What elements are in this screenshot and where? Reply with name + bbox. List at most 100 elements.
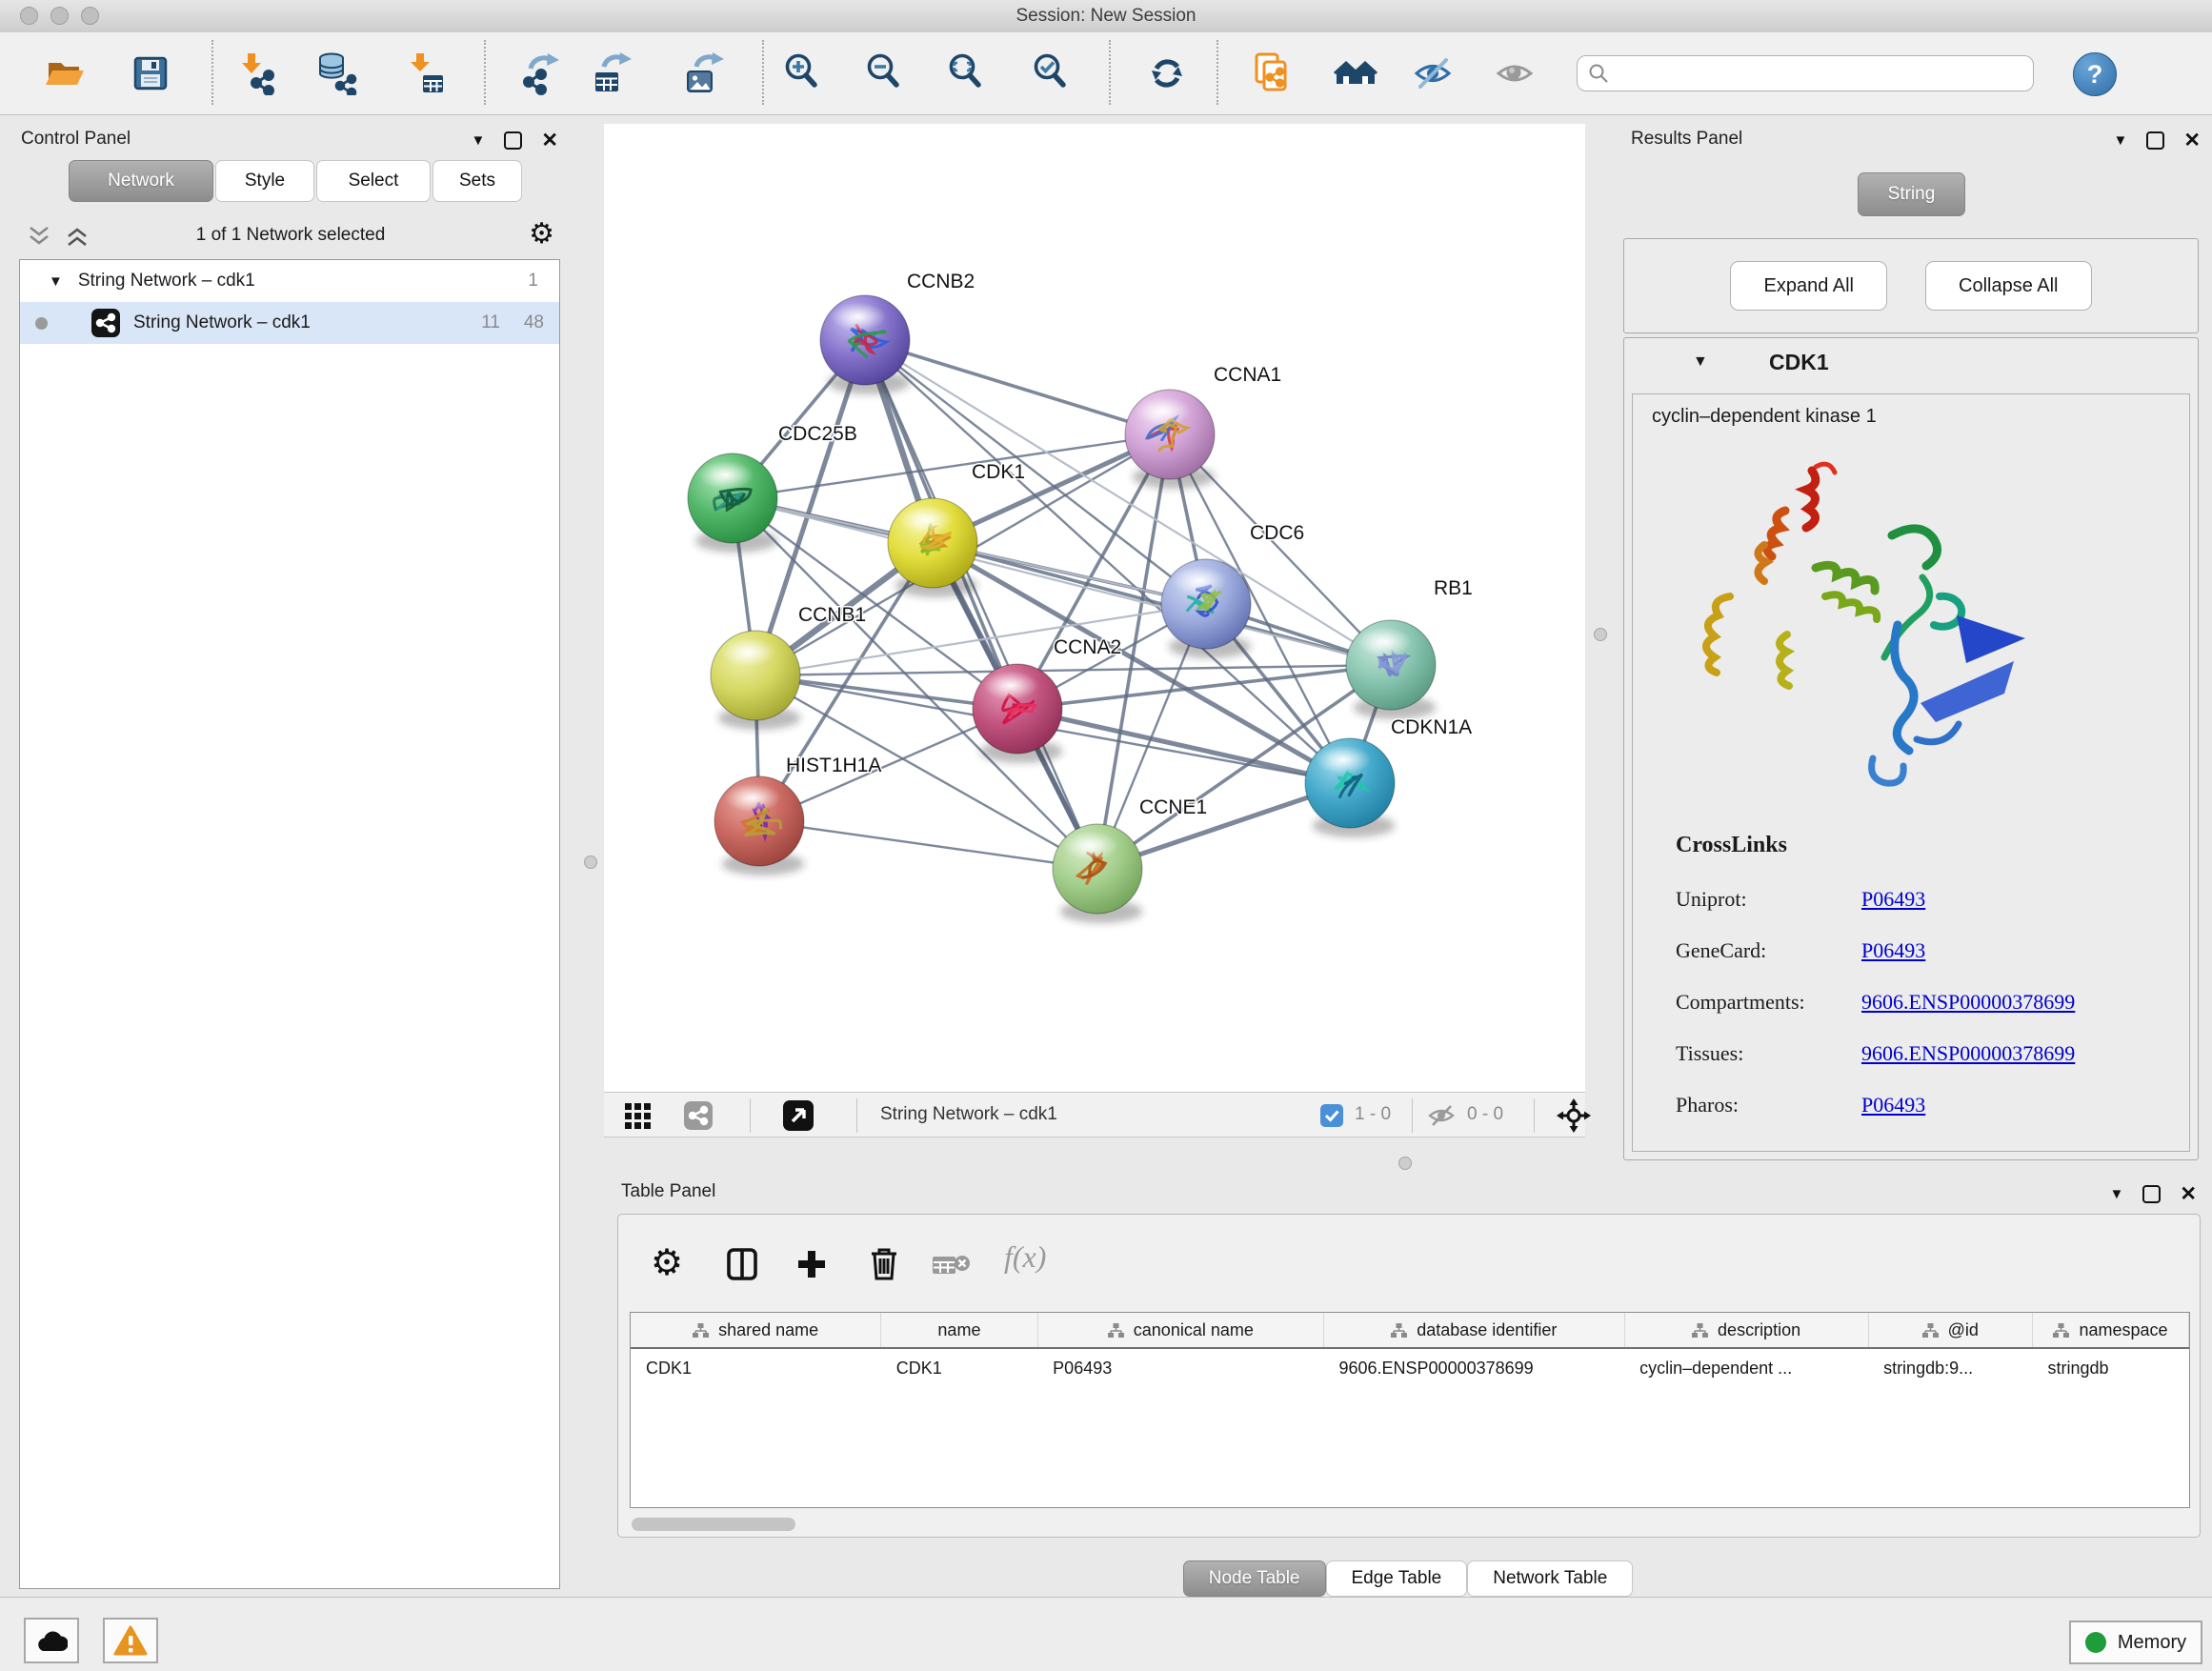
column-header-description[interactable]: description bbox=[1624, 1313, 1868, 1348]
table-row[interactable]: CDK1CDK1P064939606.ENSP00000378699cyclin… bbox=[631, 1348, 2189, 1387]
panel-float-icon[interactable] bbox=[2142, 1185, 2161, 1203]
panel-float-icon[interactable] bbox=[504, 131, 522, 150]
table-cell[interactable]: stringdb bbox=[2032, 1348, 2188, 1387]
network-edge[interactable] bbox=[865, 340, 1097, 869]
table-cell[interactable]: cyclin–dependent ... bbox=[1624, 1348, 1868, 1387]
refresh-view-button[interactable] bbox=[1145, 51, 1189, 95]
entry-expand-icon[interactable]: ▼ bbox=[1693, 353, 1708, 371]
network-node-ccnb2[interactable] bbox=[820, 295, 910, 394]
column-header-@id[interactable]: @id bbox=[1868, 1313, 2032, 1348]
collapse-all-button[interactable]: Collapse All bbox=[1925, 261, 2092, 311]
table-settings-button[interactable]: ⚙ bbox=[651, 1241, 683, 1284]
network-node-hist1h1a[interactable] bbox=[714, 776, 804, 876]
selected-checkbox[interactable] bbox=[1320, 1104, 1343, 1127]
zoom-in-button[interactable] bbox=[780, 51, 824, 95]
table-cell[interactable]: 9606.ENSP00000378699 bbox=[1323, 1348, 1624, 1387]
column-visibility-button[interactable] bbox=[725, 1247, 759, 1281]
memory-button[interactable]: Memory bbox=[2069, 1621, 2202, 1664]
overview-toggle-icon[interactable] bbox=[783, 1100, 814, 1131]
cloud-button[interactable] bbox=[24, 1618, 79, 1663]
apply-function-button[interactable]: f(x) bbox=[1004, 1239, 1046, 1275]
search-input[interactable] bbox=[1618, 58, 2033, 89]
tab-string[interactable]: String bbox=[1858, 172, 1965, 216]
table-cell[interactable]: CDK1 bbox=[881, 1348, 1037, 1387]
column-header-database-identifier[interactable]: database identifier bbox=[1323, 1313, 1624, 1348]
gear-icon[interactable]: ⚙ bbox=[529, 217, 554, 251]
crosslink-value-link[interactable]: 9606.ENSP00000378699 bbox=[1861, 990, 2075, 1015]
horizontal-splitter-handle[interactable] bbox=[1398, 1157, 1412, 1170]
network-canvas[interactable]: CCNB2CCNA1CDC25BCDK1CDC6RB1CCNB1CCNA2CDK… bbox=[604, 124, 1585, 1092]
table-horizontal-scrollbar[interactable] bbox=[632, 1518, 795, 1531]
first-neighbors-button[interactable] bbox=[1334, 51, 1377, 95]
tab-node-table[interactable]: Node Table bbox=[1183, 1560, 1326, 1597]
delete-table-button[interactable] bbox=[933, 1253, 971, 1278]
export-network-button[interactable] bbox=[519, 51, 563, 95]
tab-sets[interactable]: Sets bbox=[432, 160, 522, 202]
panel-collapse-icon[interactable]: ▼ bbox=[2114, 132, 2128, 149]
expand-all-button[interactable]: Expand All bbox=[1730, 261, 1887, 311]
tab-select[interactable]: Select bbox=[316, 160, 431, 202]
column-header-canonical-name[interactable]: canonical name bbox=[1037, 1313, 1323, 1348]
network-edge[interactable] bbox=[865, 340, 1170, 434]
search-field[interactable] bbox=[1577, 55, 2034, 91]
table-cell[interactable]: P06493 bbox=[1037, 1348, 1323, 1387]
crosslink-value-link[interactable]: P06493 bbox=[1861, 938, 2075, 963]
network-row-selected[interactable]: String Network – cdk1 11 48 bbox=[20, 302, 559, 344]
import-network-button[interactable] bbox=[233, 51, 277, 95]
panel-close-icon[interactable]: ✕ bbox=[2180, 1187, 2197, 1201]
crosslink-value-link[interactable]: P06493 bbox=[1861, 1093, 2075, 1117]
network-node-cdkn1a[interactable] bbox=[1305, 738, 1395, 837]
zoom-selected-button[interactable] bbox=[1029, 51, 1073, 95]
table-cell[interactable]: stringdb:9... bbox=[1868, 1348, 2032, 1387]
clone-network-button[interactable] bbox=[1250, 51, 1294, 95]
import-network-from-database-button[interactable] bbox=[315, 51, 359, 95]
network-node-cdk1[interactable] bbox=[888, 498, 977, 597]
tab-style[interactable]: Style bbox=[215, 160, 314, 202]
tab-network[interactable]: Network bbox=[69, 160, 213, 202]
panel-collapse-icon[interactable]: ▼ bbox=[2110, 1186, 2124, 1202]
warning-button[interactable] bbox=[103, 1618, 158, 1663]
network-edge[interactable] bbox=[759, 821, 1097, 869]
network-node-ccne1[interactable] bbox=[1053, 824, 1142, 923]
entry-header[interactable]: ▼ CDK1 bbox=[1624, 338, 2198, 392]
vertical-splitter-handle[interactable] bbox=[1594, 628, 1607, 641]
network-node-ccna1[interactable] bbox=[1125, 390, 1215, 489]
tab-edge-table[interactable]: Edge Table bbox=[1326, 1560, 1468, 1597]
network-node-rb1[interactable] bbox=[1346, 620, 1436, 719]
column-header-shared-name[interactable]: shared name bbox=[631, 1313, 881, 1348]
panel-close-icon[interactable]: ✕ bbox=[2183, 133, 2201, 148]
add-column-button[interactable] bbox=[795, 1248, 828, 1280]
save-session-button[interactable] bbox=[129, 51, 172, 95]
table-cell[interactable]: CDK1 bbox=[631, 1348, 881, 1387]
network-node-cdc6[interactable] bbox=[1161, 559, 1251, 658]
show-all-button[interactable] bbox=[1493, 51, 1537, 95]
network-node-ccna2[interactable] bbox=[973, 664, 1062, 763]
tree-expand-icon[interactable]: ▼ bbox=[49, 273, 63, 290]
birds-eye-grid-icon[interactable] bbox=[625, 1102, 652, 1129]
open-session-button[interactable] bbox=[43, 51, 87, 95]
share-view-icon[interactable] bbox=[684, 1101, 713, 1130]
panel-collapse-icon[interactable]: ▼ bbox=[472, 132, 486, 149]
panel-close-icon[interactable]: ✕ bbox=[541, 133, 558, 148]
export-image-button[interactable] bbox=[683, 51, 727, 95]
fit-crosshair-icon[interactable] bbox=[1557, 1098, 1591, 1133]
hide-selected-button[interactable] bbox=[1411, 51, 1455, 95]
zoom-fit-button[interactable] bbox=[944, 51, 988, 95]
network-node-ccnb1[interactable] bbox=[711, 631, 800, 730]
network-node-cdc25b[interactable] bbox=[688, 453, 777, 553]
column-header-namespace[interactable]: namespace bbox=[2032, 1313, 2188, 1348]
panel-float-icon[interactable] bbox=[2146, 131, 2164, 150]
network-collection-row[interactable]: ▼ String Network – cdk1 1 bbox=[20, 260, 559, 302]
export-table-button[interactable] bbox=[591, 51, 634, 95]
import-table-button[interactable] bbox=[402, 51, 446, 95]
crosslink-value-link[interactable]: 9606.ENSP00000378699 bbox=[1861, 1041, 2075, 1066]
tab-network-table[interactable]: Network Table bbox=[1467, 1560, 1633, 1597]
delete-column-button[interactable] bbox=[868, 1245, 900, 1281]
crosslink-value-link[interactable]: P06493 bbox=[1861, 887, 2075, 912]
help-button[interactable]: ? bbox=[2073, 52, 2117, 96]
zoom-out-button[interactable] bbox=[862, 51, 906, 95]
column-header-name[interactable]: name bbox=[881, 1313, 1037, 1348]
hidden-eye-icon[interactable] bbox=[1427, 1103, 1456, 1128]
network-edge[interactable] bbox=[755, 665, 1391, 675]
vertical-splitter-handle[interactable] bbox=[584, 856, 597, 869]
